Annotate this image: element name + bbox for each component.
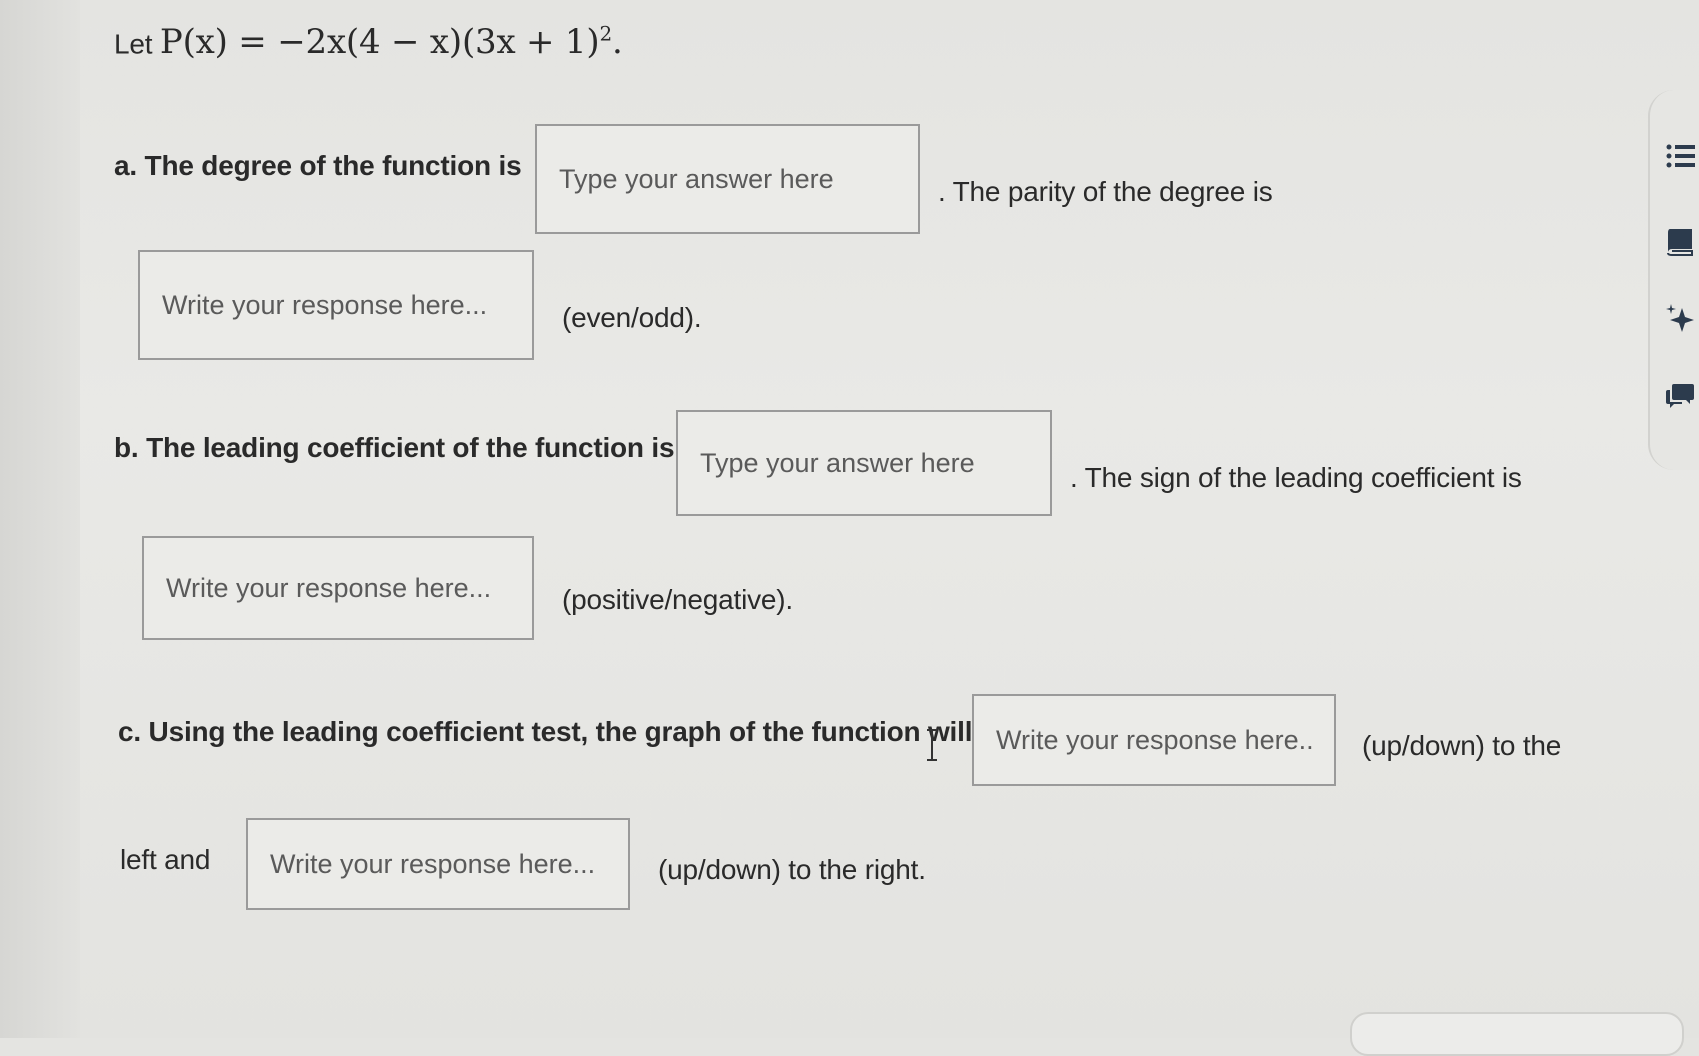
- part-a-label: a.: [114, 150, 137, 181]
- part-a-text1: a. The degree of the function is: [114, 150, 522, 182]
- part-c-label: c.: [118, 716, 141, 747]
- part-a-sentence: The degree of the function is: [144, 150, 522, 181]
- parity-input[interactable]: [140, 252, 532, 358]
- part-a-text3: (even/odd).: [562, 302, 702, 333]
- coefficient-answer-box[interactable]: [676, 410, 1052, 516]
- sparkle-icon[interactable]: [1664, 302, 1696, 334]
- function-exponent: 2: [599, 22, 612, 46]
- text-cursor-icon: [927, 729, 937, 761]
- intro-let: Let: [114, 28, 153, 60]
- function-equation: P(x) = −2x(4 − x)(3x + 1)2.: [160, 22, 623, 62]
- question-title: Let P(x) = −2x(4 − x)(3x + 1)2.: [114, 22, 623, 62]
- right-end-input[interactable]: [248, 820, 628, 908]
- left-end-response-box[interactable]: [972, 694, 1336, 786]
- function-rhs: −2x(4 − x)(3x + 1): [277, 22, 600, 63]
- degree-input[interactable]: [537, 126, 918, 232]
- degree-answer-box[interactable]: [535, 124, 920, 234]
- sign-response-box[interactable]: [142, 536, 534, 640]
- coefficient-input[interactable]: [678, 412, 1050, 514]
- function-end: .: [611, 22, 623, 63]
- part-c-text2: (up/down) to the: [1362, 730, 1562, 761]
- part-b-label: b.: [114, 432, 139, 463]
- part-b-text2: . The sign of the leading coefficient is: [1070, 462, 1522, 493]
- left-end-input[interactable]: [974, 696, 1334, 784]
- part-c-text4: (up/down) to the right.: [658, 854, 926, 885]
- part-b-text1: b. The leading coefficient of the functi…: [114, 432, 675, 464]
- bottom-panel-tab[interactable]: [1350, 1012, 1684, 1056]
- part-c-text1: c. Using the leading coefficient test, t…: [118, 716, 1014, 748]
- function-lhs: P(x) =: [159, 22, 278, 63]
- chat-icon[interactable]: [1664, 380, 1696, 412]
- book-icon[interactable]: [1664, 225, 1696, 257]
- part-b-text3: (positive/negative).: [562, 584, 794, 615]
- right-toolbar: [1648, 90, 1699, 470]
- list-icon[interactable]: [1664, 140, 1696, 172]
- right-end-response-box[interactable]: [246, 818, 630, 910]
- part-a-text2: . The parity of the degree is: [938, 176, 1273, 207]
- part-c-sentence: Using the leading coefficient test, the …: [148, 716, 1014, 747]
- part-c-text3: left and: [120, 844, 211, 875]
- part-b-sentence: The leading coefficient of the function …: [146, 432, 675, 463]
- sign-input[interactable]: [144, 538, 532, 638]
- page-left-edge: [0, 0, 80, 1038]
- question-content: Let P(x) = −2x(4 − x)(3x + 1)2. a. The d…: [80, 0, 1640, 1038]
- parity-response-box[interactable]: [138, 250, 534, 360]
